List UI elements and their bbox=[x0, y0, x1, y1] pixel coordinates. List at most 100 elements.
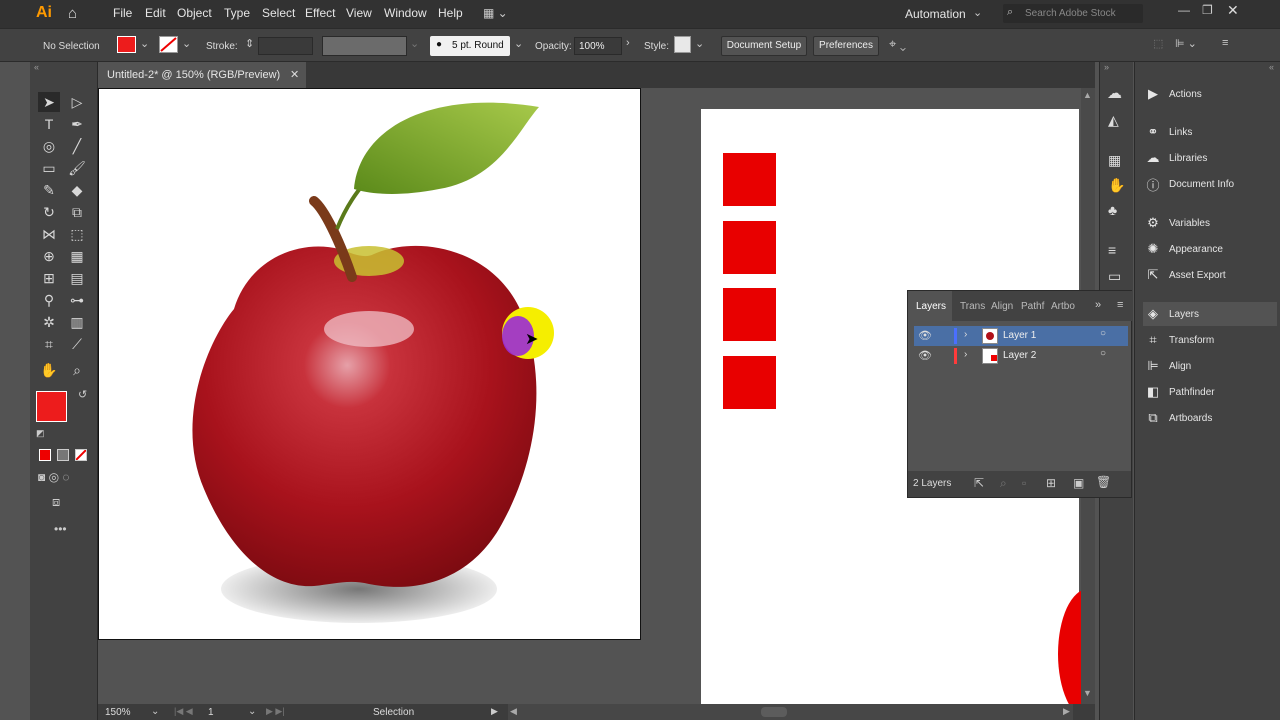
color-guide-icon[interactable]: ☁ bbox=[1107, 84, 1122, 102]
red-square-3[interactable] bbox=[723, 288, 776, 341]
eraser-tool-icon[interactable]: ◆ bbox=[66, 180, 88, 200]
export-icon[interactable]: ⇱ bbox=[974, 476, 984, 490]
color-mode-icon[interactable] bbox=[39, 449, 51, 461]
collapse-dock-icon[interactable]: « bbox=[1269, 62, 1274, 72]
scroll-down-icon[interactable]: ▼ bbox=[1083, 688, 1092, 698]
eyedropper-tool-icon[interactable]: ⚲ bbox=[38, 290, 60, 310]
isolate-icon[interactable]: ⬚ bbox=[1153, 37, 1163, 50]
shape-builder-tool-icon[interactable]: ⊕ bbox=[38, 246, 60, 266]
column-graph-tool-icon[interactable]: ▥ bbox=[66, 312, 88, 332]
collapse-panel-icon[interactable]: « bbox=[34, 62, 39, 72]
dock-asset-export[interactable]: ⇱ Asset Export bbox=[1143, 263, 1277, 287]
rectangle-tool-icon[interactable]: ▭ bbox=[38, 158, 60, 178]
mesh-tool-icon[interactable]: ⊞ bbox=[38, 268, 60, 288]
trash-icon[interactable]: 🗑 bbox=[1096, 475, 1111, 489]
menu-help[interactable]: Help bbox=[438, 6, 463, 20]
swatches-icon[interactable]: ▦ bbox=[1108, 152, 1121, 169]
new-sublayer-icon[interactable]: ⊞ bbox=[1046, 476, 1056, 490]
chevron-down-icon[interactable]: ⌄ bbox=[182, 37, 191, 50]
draw-normal-icon[interactable]: ◙ ◎ ◌ bbox=[38, 470, 70, 484]
layer-row[interactable]: 👁 › Layer 1 ○ bbox=[914, 326, 1128, 346]
default-colors-icon[interactable]: ◩ bbox=[36, 428, 45, 439]
restore-button[interactable]: ❐ bbox=[1202, 3, 1213, 17]
scroll-up-icon[interactable]: ▲ bbox=[1083, 90, 1092, 100]
menu-object[interactable]: Object bbox=[177, 6, 212, 20]
chevron-right-icon[interactable]: › bbox=[964, 349, 967, 360]
dock-artboards[interactable]: ⧉ Artboards bbox=[1143, 406, 1277, 430]
dock-layers[interactable]: ◈ Layers bbox=[1143, 302, 1277, 326]
rotate-tool-icon[interactable]: ↻ bbox=[38, 202, 60, 222]
pencil-tool-icon[interactable]: ✎ bbox=[38, 180, 60, 200]
gradient-panel-icon[interactable]: ▭ bbox=[1108, 268, 1121, 285]
chevron-down-icon[interactable]: ⌄ bbox=[973, 6, 982, 19]
clipping-mask-icon[interactable]: ▫ bbox=[1022, 476, 1026, 490]
target-circle-icon[interactable]: ○ bbox=[1100, 328, 1106, 339]
layer-name[interactable]: Layer 1 bbox=[1003, 330, 1036, 341]
artboard-number[interactable]: 1 bbox=[208, 707, 214, 718]
menu-select[interactable]: Select bbox=[262, 6, 295, 20]
dock-variables[interactable]: ⚙ Variables bbox=[1143, 211, 1277, 235]
document-tab[interactable]: Untitled-2* @ 150% (RGB/Preview) ✕ bbox=[98, 62, 306, 88]
workspace-switcher[interactable]: Automation bbox=[905, 7, 966, 21]
panel-menu-icon[interactable]: ≡ bbox=[1222, 37, 1228, 49]
stroke-weight-stepper[interactable]: ⇕ bbox=[245, 37, 254, 50]
first-artboard-icon[interactable]: |◀ ◀ bbox=[174, 706, 193, 717]
chevron-down-icon[interactable]: ⌄ bbox=[695, 37, 704, 50]
more-tabs-icon[interactable]: » bbox=[1095, 299, 1101, 311]
screen-mode-icon[interactable]: ⧈ bbox=[52, 494, 60, 510]
stock-search-box[interactable]: ⌕ Search Adobe Stock bbox=[1003, 4, 1143, 23]
opacity-field[interactable]: 100% bbox=[574, 37, 622, 55]
dock-align[interactable]: ⊫ Align bbox=[1143, 354, 1277, 378]
line-tool-icon[interactable]: ╱ bbox=[66, 136, 88, 156]
tab-align[interactable]: Align bbox=[991, 301, 1013, 312]
home-icon[interactable]: ⌂ bbox=[68, 5, 77, 22]
symbols-icon[interactable]: ♣ bbox=[1108, 202, 1117, 218]
blend-tool-icon[interactable]: ⊶ bbox=[66, 290, 88, 310]
free-transform-tool-icon[interactable]: ⬚ bbox=[66, 224, 88, 244]
chevron-right-icon[interactable]: › bbox=[964, 329, 967, 340]
chevron-down-icon[interactable]: ⌄ bbox=[514, 37, 523, 50]
menu-edit[interactable]: Edit bbox=[145, 6, 166, 20]
stroke-panel-icon[interactable]: ≡ bbox=[1108, 242, 1116, 258]
apple-artwork[interactable] bbox=[99, 89, 642, 641]
eye-icon[interactable]: 👁 bbox=[918, 329, 932, 342]
dock-document-info[interactable]: ⓘ Document Info bbox=[1143, 172, 1277, 196]
stock-search-input[interactable]: Search Adobe Stock bbox=[1025, 8, 1116, 19]
type-tool-icon[interactable]: T bbox=[38, 114, 60, 134]
stroke-swatch[interactable] bbox=[159, 36, 178, 53]
align-options-icon[interactable]: ⊫ ⌄ bbox=[1175, 37, 1197, 50]
menu-view[interactable]: View bbox=[346, 6, 372, 20]
dock-links[interactable]: ⚭ Links bbox=[1143, 120, 1277, 144]
symbol-sprayer-tool-icon[interactable]: ✲ bbox=[38, 312, 60, 332]
paintbrush-tool-icon[interactable]: 🖌 bbox=[66, 158, 88, 178]
direct-selection-tool-icon[interactable]: ▷ bbox=[66, 92, 88, 112]
locate-object-icon[interactable]: ⌕ bbox=[1000, 476, 1007, 491]
dock-appearance[interactable]: ✺ Appearance bbox=[1143, 237, 1277, 261]
gradient-tool-icon[interactable]: ▤ bbox=[66, 268, 88, 288]
artboard-1[interactable] bbox=[98, 88, 641, 640]
dock-transform[interactable]: ⌗ Transform bbox=[1143, 328, 1277, 352]
tab-pathfinder[interactable]: Pathf bbox=[1021, 301, 1044, 312]
chevron-down-icon[interactable]: ⌄ bbox=[248, 706, 256, 717]
document-setup-button[interactable]: Document Setup bbox=[721, 36, 807, 56]
red-square-2[interactable] bbox=[723, 221, 776, 274]
close-tab-icon[interactable]: ✕ bbox=[290, 68, 299, 81]
layer-name[interactable]: Layer 2 bbox=[1003, 350, 1036, 361]
dock-pathfinder[interactable]: ◧ Pathfinder bbox=[1143, 380, 1277, 404]
menu-window[interactable]: Window bbox=[384, 6, 427, 20]
chevron-down-icon[interactable]: ⌄ bbox=[140, 37, 149, 50]
variable-width-profile[interactable] bbox=[322, 36, 407, 56]
dock-libraries[interactable]: ☁ Libraries bbox=[1143, 146, 1277, 170]
chevron-down-icon[interactable]: ⌄ bbox=[151, 706, 159, 717]
pen-tool-icon[interactable]: ✒ bbox=[66, 114, 88, 134]
transform-settings-icon[interactable]: ⌖ ⌄ bbox=[889, 36, 906, 52]
new-layer-icon[interactable]: ▣ bbox=[1073, 476, 1084, 490]
fill-color-swatch[interactable] bbox=[36, 391, 67, 422]
menu-file[interactable]: File bbox=[113, 6, 132, 20]
scroll-right-icon[interactable]: ▶ bbox=[1063, 706, 1070, 717]
scroll-thumb[interactable] bbox=[761, 707, 787, 717]
tab-artboards[interactable]: Artbo bbox=[1051, 301, 1075, 312]
graphic-style-swatch[interactable] bbox=[674, 36, 691, 53]
zoom-tool-icon[interactable]: ⌕ bbox=[66, 360, 88, 380]
slice-tool-icon[interactable]: ⟋ bbox=[66, 334, 88, 354]
